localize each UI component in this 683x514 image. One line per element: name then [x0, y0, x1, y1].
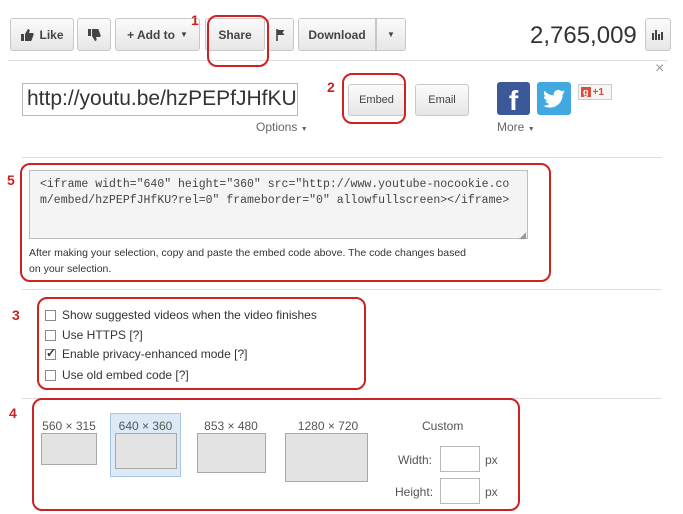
thumbs-down-icon: [88, 28, 101, 41]
bar-chart-icon: [652, 29, 663, 40]
email-button[interactable]: Email: [415, 84, 469, 116]
annotation-marker-5: 5: [7, 172, 15, 188]
annotation-box-2: [342, 73, 406, 124]
twitter-icon[interactable]: [537, 82, 571, 115]
annotation-box-5: [20, 163, 551, 282]
annotation-marker-2: 2: [327, 79, 335, 95]
more-label: More: [497, 120, 525, 134]
close-icon[interactable]: ×: [655, 60, 664, 78]
add-to-label: + Add to: [127, 27, 175, 42]
like-label: Like: [39, 27, 64, 42]
chevron-down-icon: ▼: [179, 30, 188, 39]
annotation-box-3: [37, 297, 366, 390]
flag-icon: [276, 28, 285, 41]
flag-button[interactable]: [268, 18, 294, 51]
annotation-box-1: [207, 15, 269, 67]
annotation-marker-3: 3: [12, 307, 20, 323]
options-label: Options: [256, 120, 298, 134]
dislike-button[interactable]: [77, 18, 111, 51]
google-plus-icon[interactable]: g +1: [578, 84, 612, 100]
gplus-label: +1: [592, 86, 604, 98]
chevron-down-icon: ▼: [387, 30, 395, 39]
download-label: Download: [308, 27, 366, 42]
download-button[interactable]: Download: [298, 18, 376, 51]
facebook-icon[interactable]: f: [497, 82, 530, 115]
view-count: 2,765,009: [530, 22, 637, 49]
like-button[interactable]: Like: [10, 18, 74, 51]
thumbs-up-icon: [21, 28, 35, 41]
stats-button[interactable]: [645, 18, 671, 51]
share-url-text: http://youtu.be/hzPEPfJHfKU: [27, 87, 297, 110]
email-label: Email: [428, 94, 456, 106]
panel-top-divider: [8, 60, 668, 61]
options-top-divider: [22, 289, 662, 290]
add-to-button[interactable]: + Add to ▼: [115, 18, 200, 51]
more-link[interactable]: More ▼: [497, 120, 535, 134]
annotation-marker-1: 1: [191, 12, 199, 28]
google-g-icon: g: [581, 87, 591, 97]
share-url-field[interactable]: http://youtu.be/hzPEPfJHfKU: [22, 83, 298, 116]
annotation-box-4: [32, 398, 520, 511]
embed-top-divider: [22, 157, 662, 158]
download-menu-button[interactable]: ▼: [376, 18, 406, 51]
options-link[interactable]: Options ▼: [256, 120, 308, 134]
annotation-marker-4: 4: [9, 405, 17, 421]
chevron-down-icon: ▼: [527, 126, 535, 133]
chevron-down-icon: ▼: [300, 126, 308, 133]
